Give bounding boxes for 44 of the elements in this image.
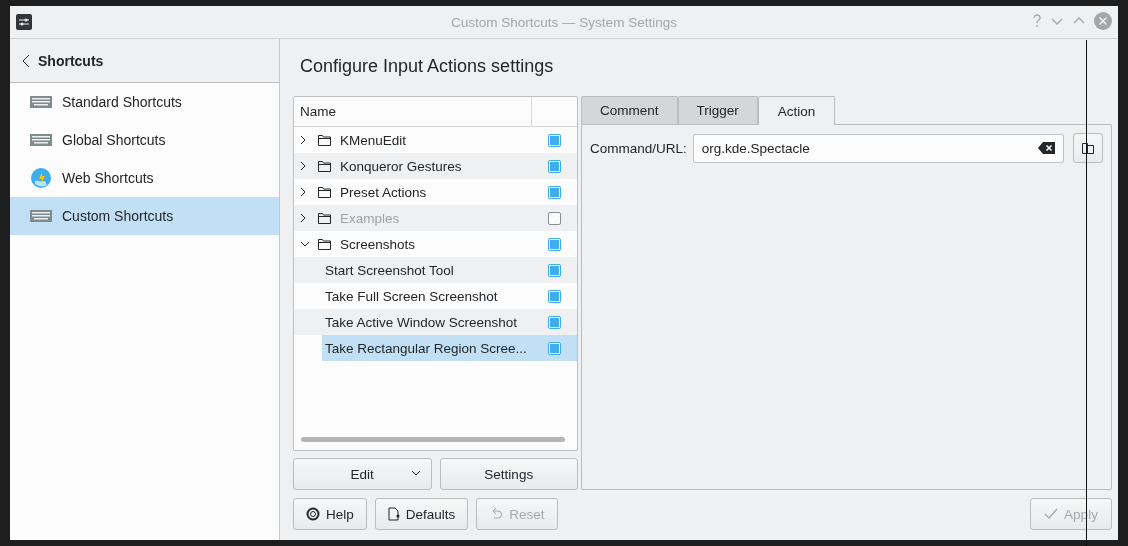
tree-item[interactable]: KMenuEdit [337, 127, 410, 153]
checkbox[interactable] [548, 289, 561, 303]
tree-item[interactable]: Screenshots [337, 231, 419, 257]
defaults-button[interactable]: Defaults [374, 498, 469, 530]
checkbox[interactable] [548, 237, 561, 251]
tree-item[interactable]: Take Rectangular Region Scree... [322, 335, 532, 361]
clear-icon[interactable] [1038, 142, 1055, 154]
keyboard-icon [30, 96, 52, 108]
help-button[interactable]: Help [293, 498, 367, 530]
scrollbar[interactable] [301, 437, 565, 442]
page-title: Configure Input Actions settings [300, 56, 555, 78]
keyboard-icon [30, 210, 52, 222]
tree-item[interactable]: Take Full Screen Screenshot [322, 283, 501, 309]
command-field[interactable]: org.kde.Spectacle [692, 133, 1064, 163]
keyboard-icon [30, 134, 52, 146]
checkbox[interactable] [548, 185, 561, 199]
checkbox[interactable] [548, 263, 561, 277]
checkbox[interactable] [548, 315, 561, 329]
dropdown-button[interactable]: Edit [293, 458, 432, 490]
back-button[interactable]: Shortcuts [22, 52, 104, 69]
close-icon[interactable] [1094, 12, 1112, 30]
tree-item[interactable]: Preset Actions [337, 179, 430, 205]
checkbox[interactable] [548, 159, 561, 173]
sidebar-item[interactable]: Global Shortcuts [10, 121, 279, 159]
settings-button[interactable]: Settings [439, 458, 578, 490]
app-icon [16, 14, 32, 30]
browse-button[interactable] [1073, 133, 1103, 163]
checkbox[interactable] [548, 133, 561, 147]
sidebar-item[interactable]: Web Shortcuts [10, 159, 279, 197]
globe-icon [30, 167, 52, 189]
column-header[interactable]: Name [300, 104, 336, 119]
tab[interactable]: Action [757, 96, 836, 125]
checkbox[interactable] [548, 341, 561, 355]
caret-icon [410, 470, 421, 476]
lifebuoy-icon [306, 507, 320, 521]
tab[interactable]: Comment [581, 96, 678, 124]
window-title: Custom Shortcuts — System Settings [451, 14, 677, 30]
tab[interactable]: Trigger [677, 96, 758, 124]
checkmark-icon [1044, 508, 1059, 520]
sidebar-item[interactable]: Standard Shortcuts [10, 83, 279, 121]
field-label: Command/URL: [590, 140, 687, 156]
sidebar-item[interactable]: Custom Shortcuts [10, 197, 279, 235]
document-icon [387, 507, 400, 521]
help-icon[interactable] [1032, 14, 1042, 28]
